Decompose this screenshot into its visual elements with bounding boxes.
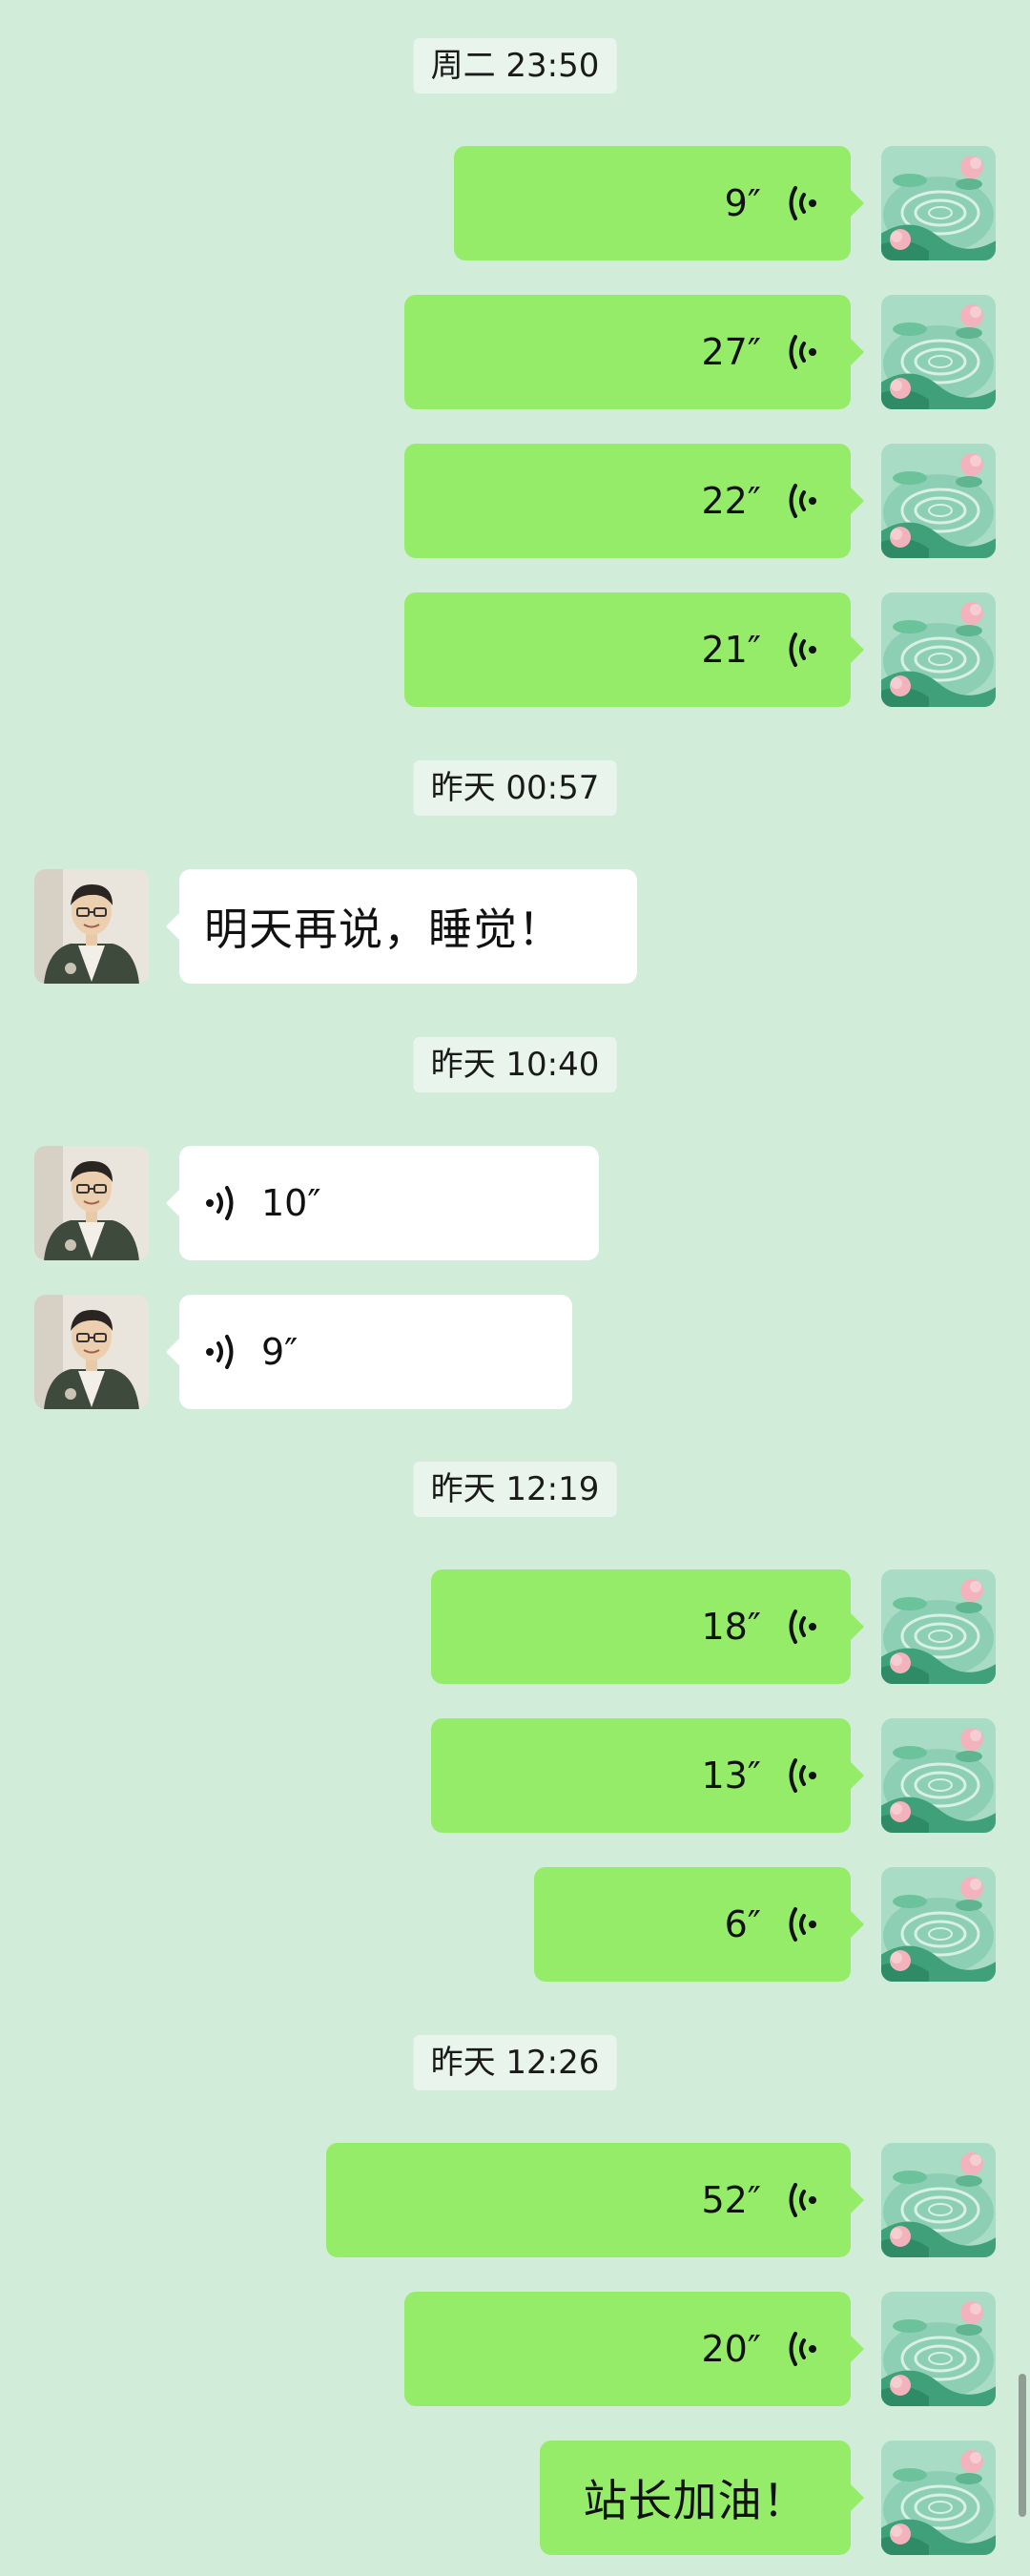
outgoing-message: 站长加油！ xyxy=(0,2441,1030,2555)
outgoing-message: 27″ xyxy=(0,295,1030,409)
text-message-bubble[interactable]: 站长加油！ xyxy=(540,2441,864,2555)
my-avatar[interactable] xyxy=(881,146,996,260)
message-text: 明天再说，睡觉！ xyxy=(204,904,563,955)
timestamp: 昨天 12:26 xyxy=(413,2035,617,2090)
outgoing-message: 18″ xyxy=(0,1569,1030,1684)
voice-duration: 20″ xyxy=(701,2328,761,2370)
voice-duration: 6″ xyxy=(724,1903,761,1945)
voice-wave-icon xyxy=(789,1610,816,1644)
voice-duration: 52″ xyxy=(701,2179,761,2221)
voice-message-bubble[interactable]: 52″ xyxy=(326,2143,864,2257)
message-text: 站长加油！ xyxy=(583,2475,808,2526)
voice-wave-icon xyxy=(789,1907,816,1942)
voice-message-bubble[interactable]: 13″ xyxy=(431,1718,864,1833)
voice-wave-icon xyxy=(206,1335,234,1369)
my-avatar[interactable] xyxy=(881,2292,996,2406)
timestamp: 昨天 00:57 xyxy=(413,760,617,816)
voice-message-bubble[interactable]: 21″ xyxy=(404,592,864,707)
my-avatar[interactable] xyxy=(881,1867,996,1982)
outgoing-message: 6″ xyxy=(0,1867,1030,1982)
contact-avatar[interactable] xyxy=(34,1146,149,1260)
voice-wave-icon xyxy=(789,484,816,518)
my-avatar[interactable] xyxy=(881,295,996,409)
timestamp: 周二 23:50 xyxy=(413,38,617,93)
voice-message-bubble[interactable]: 9″ xyxy=(166,1295,572,1409)
voice-duration: 13″ xyxy=(701,1755,761,1797)
voice-message-bubble[interactable]: 10″ xyxy=(166,1146,599,1260)
incoming-message: 10″ xyxy=(0,1146,1030,1260)
timestamp: 昨天 10:40 xyxy=(413,1037,617,1092)
voice-message-bubble[interactable]: 22″ xyxy=(404,444,864,558)
outgoing-message: 21″ xyxy=(0,592,1030,707)
contact-avatar[interactable] xyxy=(34,1295,149,1409)
outgoing-message: 52″ xyxy=(0,2143,1030,2257)
voice-duration: 18″ xyxy=(701,1606,761,1648)
chat-history[interactable]: 周二 23:50 9″ 27″ 22″ 21″ 昨天 00:57 明天再说，睡觉… xyxy=(0,0,1030,2576)
my-avatar[interactable] xyxy=(881,2143,996,2257)
voice-wave-icon xyxy=(789,2332,816,2366)
my-avatar[interactable] xyxy=(881,2441,996,2555)
voice-message-bubble[interactable]: 9″ xyxy=(454,146,864,260)
outgoing-message: 13″ xyxy=(0,1718,1030,1833)
voice-duration: 27″ xyxy=(701,331,761,373)
outgoing-message: 9″ xyxy=(0,146,1030,260)
my-avatar[interactable] xyxy=(881,1718,996,1833)
voice-wave-icon xyxy=(206,1186,234,1220)
voice-duration: 22″ xyxy=(701,480,761,522)
voice-wave-icon xyxy=(789,2183,816,2217)
voice-wave-icon xyxy=(789,633,816,667)
voice-message-bubble[interactable]: 20″ xyxy=(404,2292,864,2406)
voice-message-bubble[interactable]: 18″ xyxy=(431,1569,864,1684)
my-avatar[interactable] xyxy=(881,1569,996,1684)
voice-wave-icon xyxy=(789,335,816,369)
my-avatar[interactable] xyxy=(881,444,996,558)
outgoing-message: 20″ xyxy=(0,2292,1030,2406)
timestamp: 昨天 12:19 xyxy=(413,1462,617,1517)
voice-duration: 10″ xyxy=(261,1182,321,1224)
outgoing-message: 22″ xyxy=(0,444,1030,558)
contact-avatar[interactable] xyxy=(34,869,149,984)
voice-duration: 9″ xyxy=(724,182,761,224)
my-avatar[interactable] xyxy=(881,592,996,707)
voice-wave-icon xyxy=(789,1758,816,1793)
voice-message-bubble[interactable]: 27″ xyxy=(404,295,864,409)
incoming-message: 明天再说，睡觉！ xyxy=(0,869,1030,984)
voice-wave-icon xyxy=(789,186,816,220)
text-message-bubble[interactable]: 明天再说，睡觉！ xyxy=(166,869,637,984)
voice-duration: 21″ xyxy=(701,629,761,671)
scrollbar[interactable] xyxy=(1019,2374,1026,2517)
incoming-message: 9″ xyxy=(0,1295,1030,1409)
voice-message-bubble[interactable]: 6″ xyxy=(534,1867,864,1982)
voice-duration: 9″ xyxy=(261,1331,299,1373)
